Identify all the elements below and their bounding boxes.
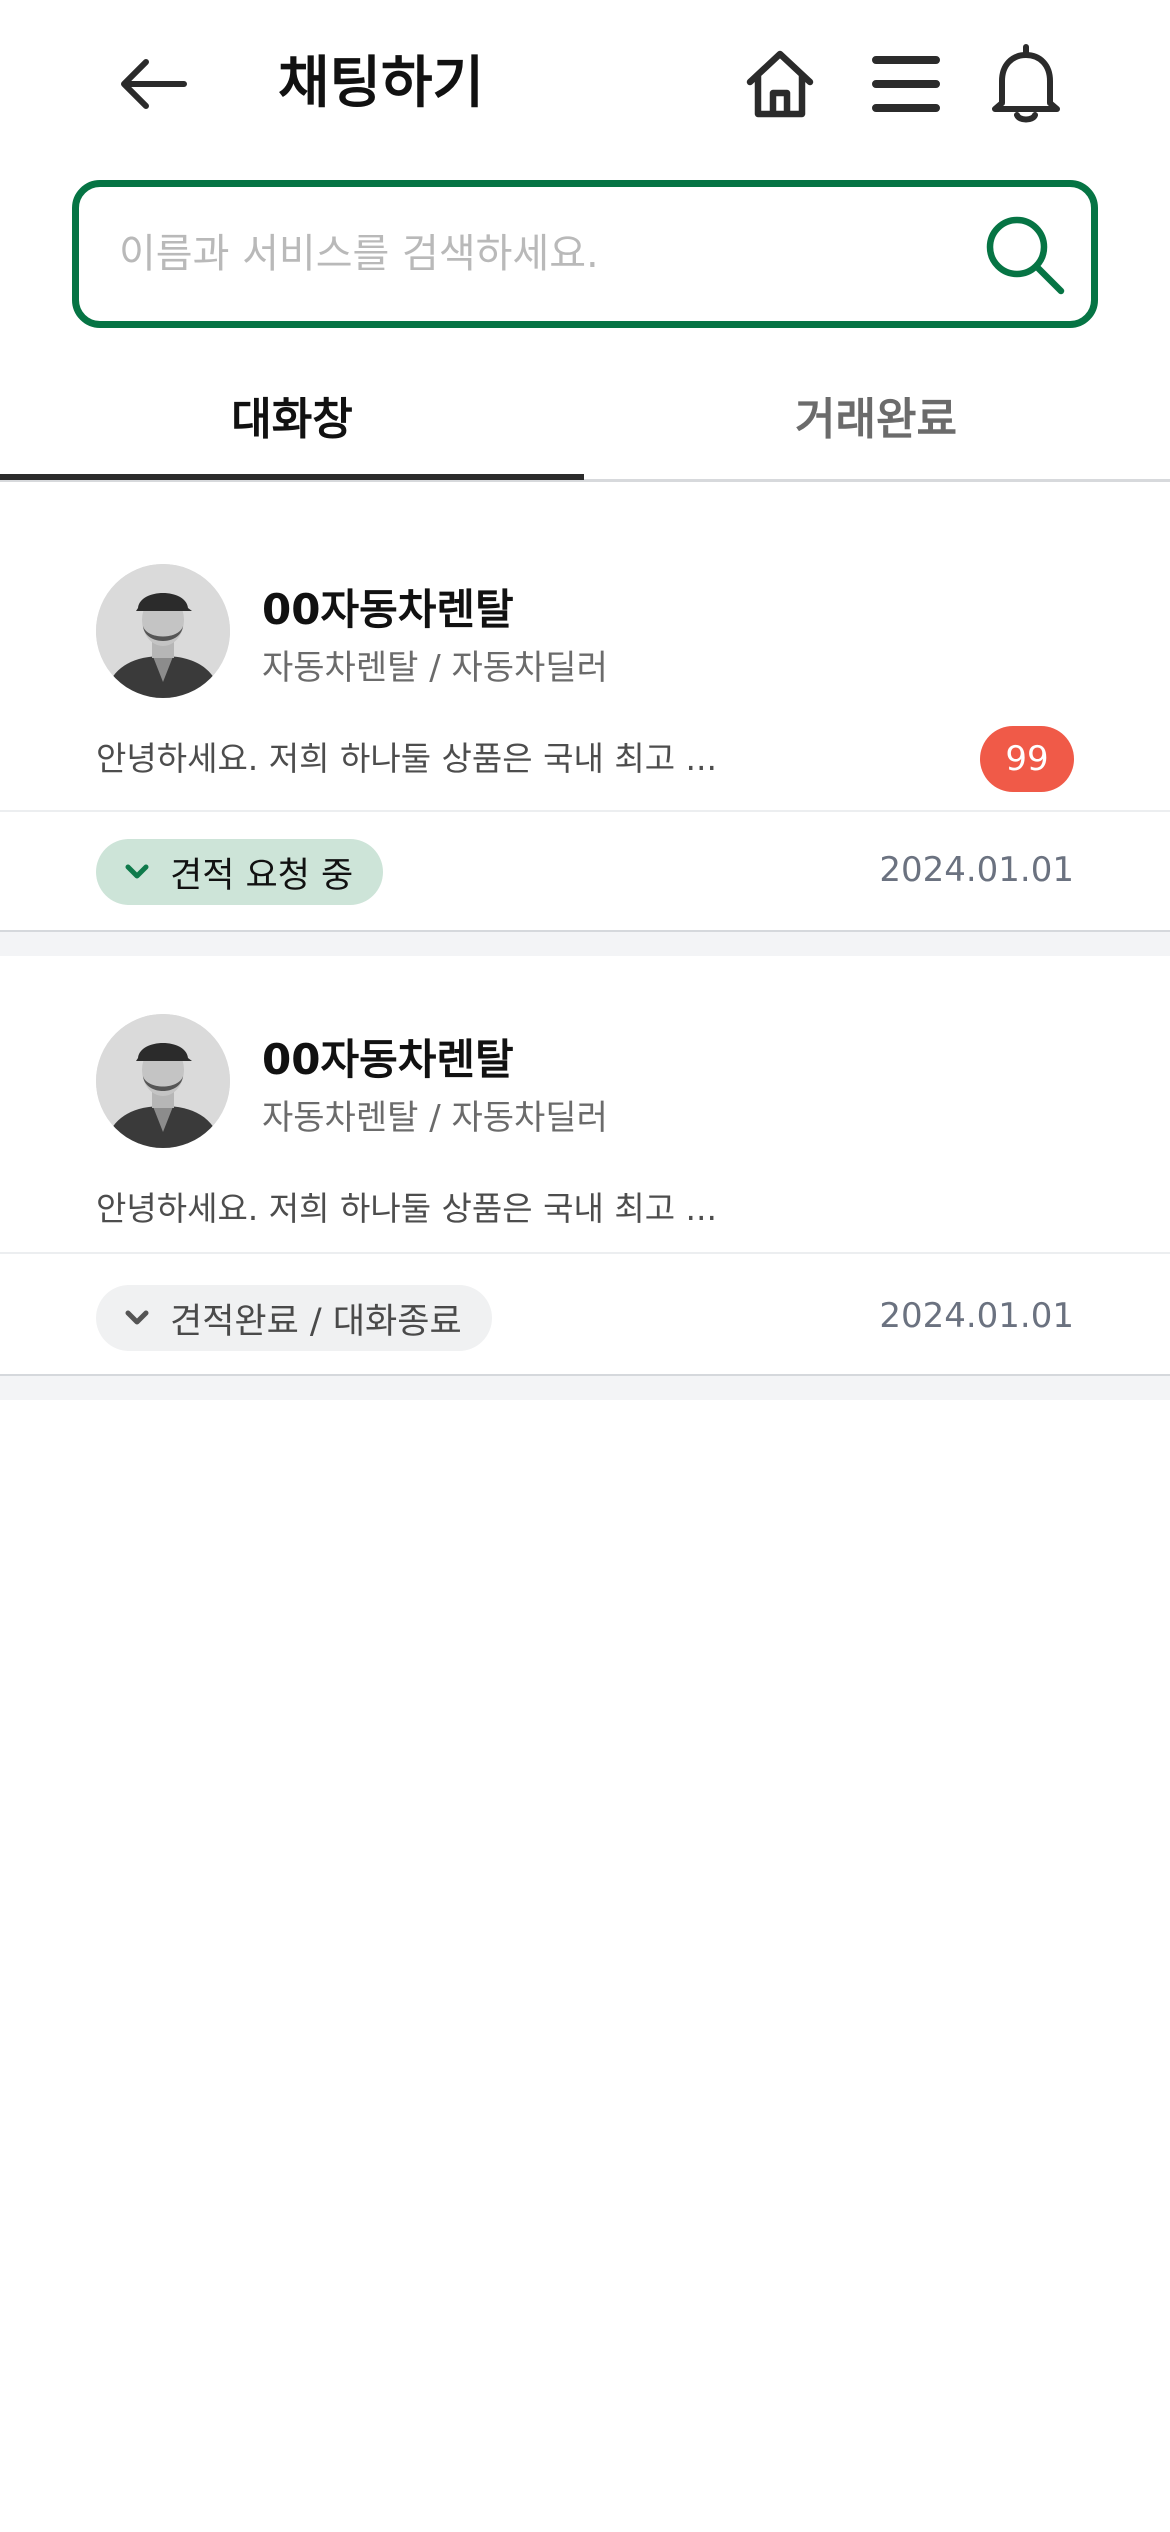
last-message-preview: 안녕하세요. 저희 하나둘 상품은 국내 최고 ...	[96, 739, 718, 778]
list-separator	[0, 930, 1170, 956]
chevron-down-icon	[122, 1303, 152, 1333]
menu-icon	[872, 56, 940, 112]
chat-list-item[interactable]: 00자동차렌탈 자동차렌탈 / 자동차딜러 안녕하세요. 저희 하나둘 상품은 …	[0, 484, 1170, 930]
page-title: 채팅하기	[278, 51, 485, 116]
divider	[0, 1252, 1170, 1254]
avatar-photo	[96, 564, 230, 698]
search-box	[72, 180, 1098, 328]
active-tab-indicator	[0, 474, 584, 480]
chat-tabs: 대화창 거래완료	[0, 350, 1170, 482]
chat-date: 2024.01.01	[879, 1296, 1074, 1336]
status-badge[interactable]: 견적완료 / 대화종료	[96, 1285, 492, 1351]
tab-completed[interactable]: 거래완료	[584, 350, 1168, 480]
search-button[interactable]	[969, 201, 1079, 307]
tab-conversations[interactable]: 대화창	[0, 350, 584, 480]
status-badge[interactable]: 견적 요청 중	[96, 839, 384, 905]
company-name: 00자동차렌탈	[262, 585, 514, 634]
avatar	[96, 1014, 230, 1148]
service-category: 자동차렌탈 / 자동차딜러	[262, 1098, 608, 1138]
avatar-photo	[96, 1014, 230, 1148]
top-app-bar: 채팅하기	[0, 0, 1170, 168]
status-text: 견적 요청 중	[170, 855, 354, 896]
menu-button[interactable]	[862, 40, 950, 128]
chevron-down-icon	[122, 857, 152, 887]
unread-count-badge: 99	[980, 726, 1074, 792]
bell-icon	[992, 44, 1060, 123]
status-text: 견적완료 / 대화종료	[170, 1301, 462, 1342]
search-icon	[986, 216, 1065, 295]
chat-list-item[interactable]: 00자동차렌탈 자동차렌탈 / 자동차딜러 안녕하세요. 저희 하나둘 상품은 …	[0, 956, 1170, 1374]
service-category: 자동차렌탈 / 자동차딜러	[262, 648, 608, 688]
avatar	[96, 564, 230, 698]
list-separator	[0, 1374, 1170, 1400]
home-button[interactable]	[736, 40, 824, 128]
last-message-preview: 안녕하세요. 저희 하나둘 상품은 국내 최고 ...	[96, 1189, 718, 1228]
notification-button[interactable]	[982, 40, 1070, 128]
back-button[interactable]	[112, 44, 192, 124]
home-icon	[746, 50, 814, 118]
search-input[interactable]	[119, 187, 979, 321]
arrow-left-icon	[121, 59, 187, 109]
divider	[0, 810, 1170, 812]
chat-date: 2024.01.01	[879, 850, 1074, 890]
company-name: 00자동차렌탈	[262, 1035, 514, 1084]
